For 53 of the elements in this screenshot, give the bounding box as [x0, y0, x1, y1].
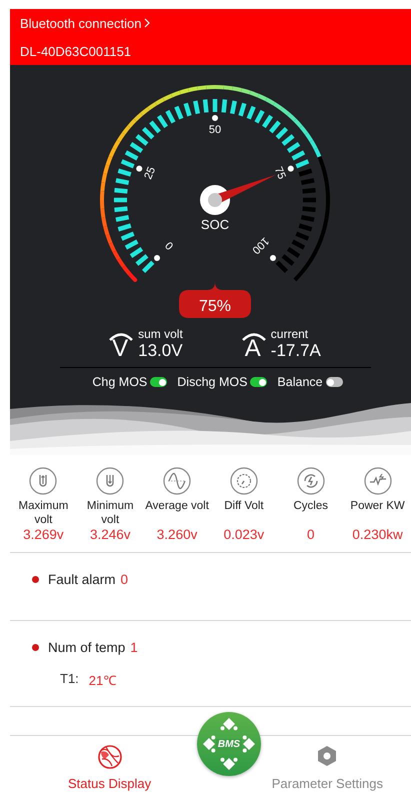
device-name: DL-40D63C001151: [20, 44, 132, 58]
reading-value: 13.0V: [138, 341, 183, 361]
tick-dot: [154, 254, 160, 261]
stat-value: 3.246v: [90, 527, 131, 542]
switch-label: Chg MOS: [92, 375, 148, 389]
tick-label: 0: [163, 238, 176, 252]
bullet-dot: [32, 644, 39, 650]
stat-label: Minimum volt: [86, 499, 135, 528]
tick-label: 50: [208, 124, 222, 136]
section-value: 0: [120, 572, 128, 586]
stat-value: 3.269v: [23, 527, 64, 542]
toggle-switch[interactable]: [326, 377, 343, 387]
tick-label: 25: [142, 165, 158, 182]
reading-label: current: [270, 327, 310, 341]
bullet-dot: [32, 576, 39, 582]
stat-label: Cycles: [293, 499, 328, 514]
tick-dot: [288, 166, 294, 172]
soc-badge: [179, 282, 251, 318]
toggle-switch[interactable]: [150, 377, 168, 387]
bluetooth-connection-link[interactable]: Bluetooth connection: [20, 16, 142, 30]
stat-label: Maximum volt: [17, 499, 70, 528]
stat-label: Power KW: [350, 499, 405, 514]
soc-reading: 75%: [198, 298, 232, 315]
stat-value: 0.023v: [224, 527, 264, 542]
tick-dot: [212, 115, 218, 121]
bms-logo[interactable]: BMS: [197, 712, 261, 776]
switch-label: Balance: [277, 375, 323, 389]
gauge-label: SOC: [200, 217, 230, 232]
sine-wave-icon: [163, 467, 192, 495]
switch-label: Dischg MOS: [177, 375, 248, 389]
stat-label: Diff Volt: [224, 499, 264, 514]
dial-icon: [230, 467, 258, 495]
reading-label: sum volt: [138, 327, 183, 341]
stat-value: 3.260v: [156, 527, 198, 542]
stat-label: Average volt: [145, 499, 209, 514]
reading-value: -17.7A: [270, 341, 321, 361]
detail-label: T1:: [60, 671, 79, 688]
chevron-icon: [144, 18, 150, 28]
toggle-switch[interactable]: [250, 377, 268, 387]
stat-value: 0.230kw: [352, 527, 403, 542]
nav-tab[interactable]: Parameter Settings: [266, 736, 389, 793]
tick-label: 75: [272, 165, 288, 182]
cycle-bolt-icon: [296, 467, 325, 495]
section-value: 1: [130, 640, 138, 654]
tick-dot: [136, 166, 142, 172]
nav-tab[interactable]: Status Display: [62, 736, 158, 793]
tick-label: 100: [250, 234, 272, 256]
pulse-bolt-icon: [364, 467, 392, 495]
section-title: Fault alarm: [48, 572, 116, 586]
detail-value: 21℃: [88, 672, 116, 689]
tick-dot: [270, 254, 276, 261]
stat-value: 0: [306, 527, 314, 542]
section-title: Num of temp: [48, 640, 126, 654]
